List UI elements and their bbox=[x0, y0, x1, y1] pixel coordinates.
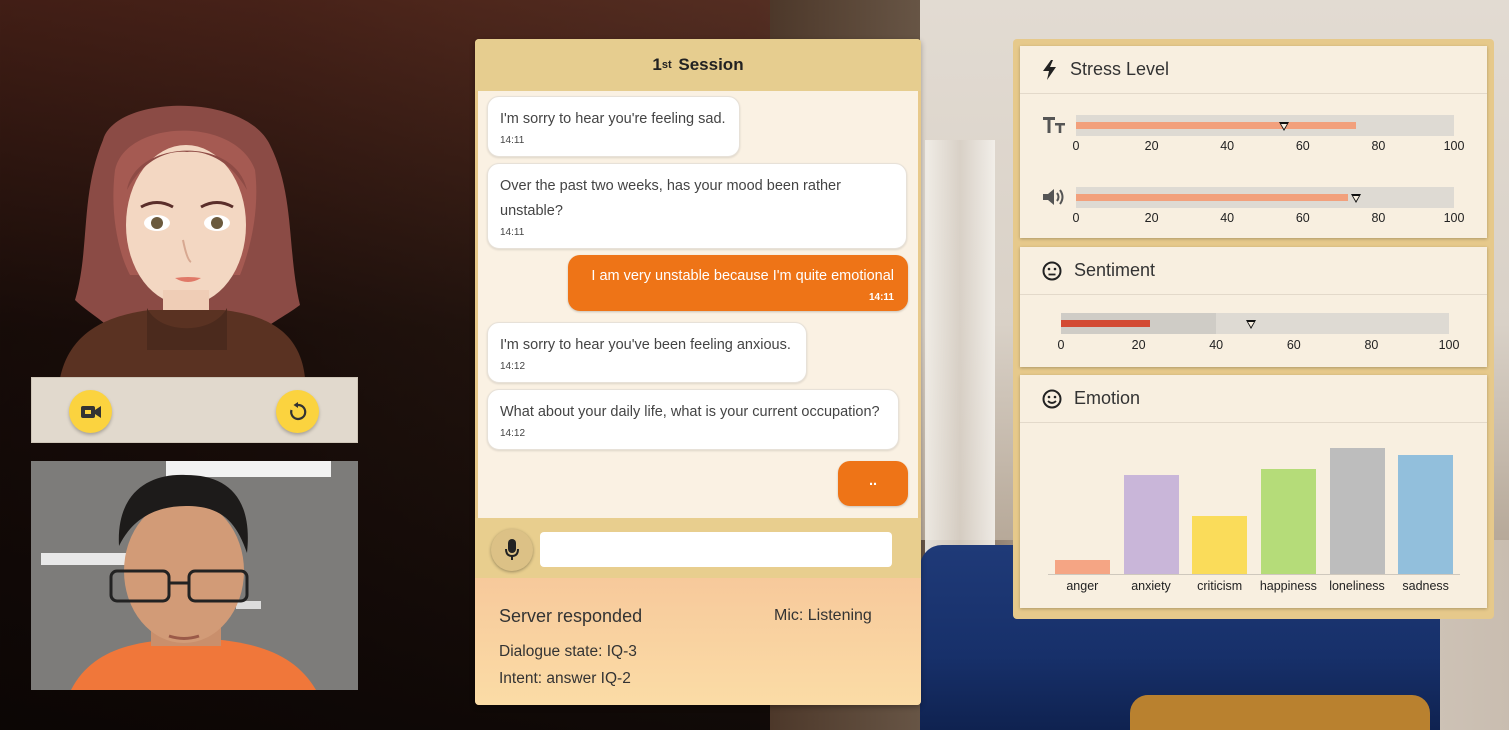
sentiment-tick-100: 100 bbox=[1438, 338, 1460, 352]
session-ordinal: st bbox=[661, 59, 672, 71]
stress-level-title: Stress Level bbox=[1070, 59, 1170, 79]
stress-level-header: Stress Level bbox=[1020, 46, 1487, 94]
text-stress-track bbox=[1076, 115, 1454, 136]
emotion-label-criticism: criticism bbox=[1197, 579, 1243, 593]
audio-stress-tick-60: 60 bbox=[1295, 211, 1310, 225]
sentiment-tick-40: 40 bbox=[1209, 338, 1224, 352]
emotion-bar-happiness bbox=[1260, 469, 1316, 574]
mic-status: Mic: Listening bbox=[774, 607, 872, 624]
text-stress-tick-80: 80 bbox=[1371, 139, 1386, 153]
emotion-bar-criticism bbox=[1192, 516, 1248, 574]
audio-stress-fill bbox=[1076, 194, 1349, 201]
sentiment-tick-20: 20 bbox=[1131, 338, 1146, 352]
text-stress-marker bbox=[1278, 122, 1289, 131]
emotion-label-loneliness: loneliness bbox=[1329, 579, 1385, 593]
smiley-face-icon bbox=[1042, 389, 1062, 408]
sentiment-marker bbox=[1246, 320, 1257, 329]
emotion-bar-anxiety bbox=[1123, 474, 1179, 574]
emotion-label-anger: anger bbox=[1066, 579, 1099, 593]
status-area: Server responded Mic: Listening Dialogue… bbox=[475, 578, 921, 705]
user-webcam-feed bbox=[31, 461, 358, 690]
session-label: Session bbox=[673, 55, 744, 74]
sentiment-fill bbox=[1061, 320, 1151, 327]
emotion-bar-anger bbox=[1054, 560, 1110, 574]
emotion-label-anxiety: anxiety bbox=[1131, 579, 1171, 593]
typing-indicator: .. bbox=[868, 473, 878, 489]
chat-message-user: I am very unstable because I'm quite emo… bbox=[568, 255, 908, 311]
chat-message-bot: What about your daily life, what is your… bbox=[487, 389, 899, 450]
session-title: 1st Session bbox=[475, 39, 921, 91]
audio-stress-track bbox=[1076, 187, 1454, 208]
neutral-face-icon bbox=[1042, 261, 1062, 280]
sentiment-tick-60: 60 bbox=[1286, 338, 1301, 352]
emotion-title: Emotion bbox=[1074, 388, 1141, 408]
text-stress-tick-20: 20 bbox=[1144, 139, 1159, 153]
text-stress-fill bbox=[1076, 122, 1356, 129]
background-curtain bbox=[925, 140, 995, 560]
audio-stress-tick-20: 20 bbox=[1144, 211, 1159, 225]
sentiment-track bbox=[1061, 313, 1449, 334]
emotion-bar-sadness bbox=[1398, 455, 1454, 574]
dialogue-state: Dialogue state: IQ-3 bbox=[499, 643, 637, 660]
message-time: 14:12 bbox=[500, 361, 526, 372]
audio-stress-tick-100: 100 bbox=[1443, 211, 1465, 225]
sentiment-header: Sentiment bbox=[1020, 247, 1487, 295]
reset-button[interactable] bbox=[276, 390, 319, 433]
session-number: 1 bbox=[652, 55, 662, 74]
chat-message-bot: Over the past two weeks, has your mood b… bbox=[487, 163, 907, 249]
server-status: Server responded bbox=[499, 606, 643, 626]
background-cushion bbox=[1130, 695, 1430, 730]
message-text: What about your daily life, what is your… bbox=[500, 404, 880, 420]
message-text: Over the past two weeks, has your mood b… bbox=[500, 178, 841, 219]
reset-icon bbox=[289, 401, 306, 420]
text-stress-tick-40: 40 bbox=[1220, 139, 1235, 153]
sentiment-tick-80: 80 bbox=[1364, 338, 1379, 352]
audio-stress-tick-0: 0 bbox=[1072, 211, 1080, 225]
message-text: I'm sorry to hear you're feeling sad. bbox=[500, 111, 726, 127]
sentiment-title: Sentiment bbox=[1074, 260, 1156, 280]
text-size-icon bbox=[1043, 117, 1065, 133]
chat-message-bot: I'm sorry to hear you're feeling sad. 14… bbox=[487, 96, 740, 157]
lightning-icon bbox=[1043, 59, 1056, 80]
message-time: 14:11 bbox=[500, 227, 525, 238]
message-text: I'm sorry to hear you've been feeling an… bbox=[500, 337, 791, 353]
intent-status: Intent: answer IQ-2 bbox=[499, 670, 631, 687]
virtual-agent-avatar bbox=[55, 100, 310, 378]
video-camera-icon bbox=[80, 405, 101, 418]
chat-message-typing: .. bbox=[838, 461, 908, 506]
audio-stress-marker bbox=[1350, 194, 1361, 203]
audio-stress-tick-80: 80 bbox=[1371, 211, 1386, 225]
text-stress-tick-100: 100 bbox=[1443, 139, 1465, 153]
emotion-label-sadness: sadness bbox=[1402, 579, 1449, 593]
chat-panel: 1st Session I'm sorry to hear you're fee… bbox=[475, 39, 921, 705]
emotion-bar-chart: anger anxiety criticism happiness loneliness… bbox=[1048, 437, 1460, 593]
camera-toggle-button[interactable] bbox=[69, 390, 112, 433]
text-stress-tick-60: 60 bbox=[1295, 139, 1310, 153]
sentiment-tick-0: 0 bbox=[1057, 338, 1065, 352]
speaker-icon bbox=[1043, 189, 1064, 205]
text-stress-tick-0: 0 bbox=[1072, 139, 1080, 153]
chat-message-list[interactable]: I'm sorry to hear you're feeling sad. 14… bbox=[478, 91, 918, 518]
message-text: I am very unstable because I'm quite emo… bbox=[591, 268, 894, 284]
emotion-bar-loneliness bbox=[1329, 448, 1385, 574]
emotion-header: Emotion bbox=[1020, 375, 1487, 423]
chat-message-bot: I'm sorry to hear you've been feeling an… bbox=[487, 322, 807, 383]
message-time: 14:12 bbox=[500, 428, 526, 439]
sentiment-card: Sentiment 0 20 40 60 80 100 bbox=[1020, 247, 1487, 367]
emotion-label-happiness: happiness bbox=[1259, 579, 1317, 593]
stress-level-card: Stress Level 0 20 40 60 80 100 0 20 40 60 80 100 bbox=[1020, 46, 1487, 238]
audio-stress-tick-40: 40 bbox=[1220, 211, 1235, 225]
message-input[interactable] bbox=[540, 532, 892, 567]
message-time: 14:11 bbox=[868, 292, 894, 303]
analytics-panel: Stress Level 0 20 40 60 80 100 0 20 40 60 80 100 bbox=[1013, 39, 1494, 619]
microphone-icon bbox=[505, 539, 519, 560]
avatar-control-bar bbox=[31, 377, 358, 443]
emotion-card: Emotion anger anxiety criticism happiness lo… bbox=[1020, 375, 1487, 608]
microphone-button[interactable] bbox=[491, 529, 533, 571]
chat-input-row bbox=[475, 518, 921, 578]
message-time: 14:11 bbox=[500, 135, 525, 146]
